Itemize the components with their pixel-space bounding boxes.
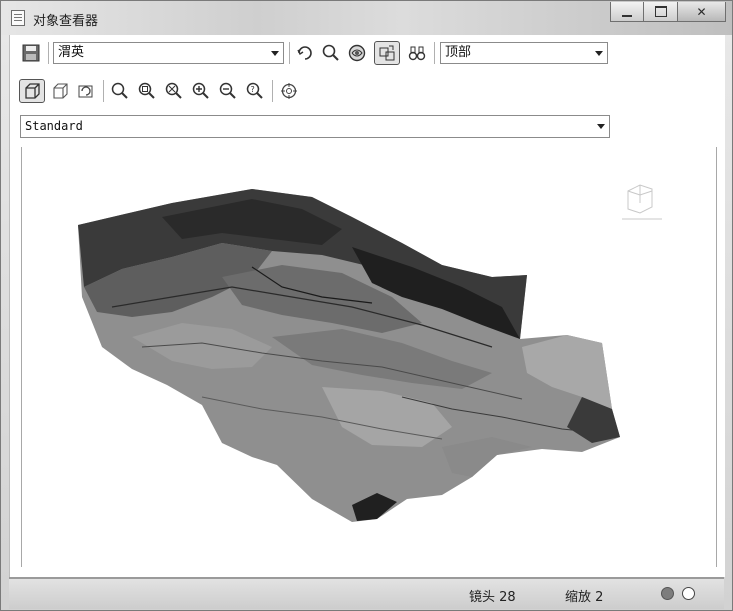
- zoom-previous-icon[interactable]: ?: [244, 80, 266, 102]
- view-select-value: 顶部: [445, 45, 472, 60]
- zoom-extents-icon[interactable]: [136, 80, 158, 102]
- view-cube-icon: [622, 184, 662, 220]
- binoculars-icon[interactable]: [406, 42, 428, 64]
- cube-outline-icon[interactable]: [49, 80, 71, 102]
- reset-view-icon[interactable]: [75, 80, 97, 102]
- 3d-viewport[interactable]: [21, 147, 717, 567]
- toolbar-separator: [103, 80, 104, 102]
- layer-select-value: 渭英: [58, 45, 85, 60]
- chevron-down-icon: [271, 51, 279, 56]
- status-indicator-empty[interactable]: [682, 587, 695, 600]
- chevron-down-icon: [595, 51, 603, 56]
- client-area: 渭英 顶部 ? Standard: [9, 35, 725, 577]
- minimize-button[interactable]: [610, 2, 644, 22]
- target-icon[interactable]: [278, 80, 300, 102]
- layer-select[interactable]: 渭英: [53, 42, 284, 64]
- save-icon[interactable]: [20, 42, 42, 64]
- object-viewer-window: 对象查看器 ✕ 渭英 顶部 ? Standard 镜头 28 缩放 2: [0, 0, 733, 611]
- toolbar-separator: [48, 42, 49, 64]
- window-controls: ✕: [610, 2, 726, 22]
- close-button[interactable]: ✕: [678, 2, 726, 22]
- zoom-window-icon[interactable]: [163, 80, 185, 102]
- status-bar: 镜头 28 缩放 2: [9, 577, 724, 609]
- chevron-down-icon: [597, 124, 605, 129]
- toolbar-top: 渭英 顶部: [10, 39, 725, 69]
- swap-icon[interactable]: [374, 41, 400, 65]
- zoom-status: 缩放 2: [565, 590, 604, 605]
- view-select[interactable]: 顶部: [440, 42, 608, 64]
- status-indicator-filled[interactable]: [661, 587, 674, 600]
- zoom-icon[interactable]: [109, 80, 131, 102]
- svg-text:?: ?: [251, 85, 255, 94]
- cube-icon[interactable]: [19, 79, 45, 103]
- zoom-window-icon[interactable]: [320, 42, 342, 64]
- visual-style-value: Standard: [25, 119, 83, 133]
- zoom-out-icon[interactable]: [217, 80, 239, 102]
- title-bar[interactable]: 对象查看器 ✕: [1, 1, 732, 35]
- window-title: 对象查看器: [33, 14, 99, 29]
- terrain-model: [78, 184, 662, 522]
- window-app-icon: [11, 10, 25, 26]
- maximize-button[interactable]: [644, 2, 678, 22]
- toolbar-separator: [289, 42, 290, 64]
- zoom-in-icon[interactable]: [190, 80, 212, 102]
- visual-style-select[interactable]: Standard: [20, 115, 610, 138]
- navigate-icon[interactable]: [294, 42, 316, 64]
- toolbar-separator: [434, 42, 435, 64]
- camera-status: 镜头 28: [469, 590, 516, 605]
- toolbar-view: ?: [10, 77, 725, 107]
- toolbar-separator: [272, 80, 273, 102]
- globe-icon[interactable]: [346, 42, 368, 64]
